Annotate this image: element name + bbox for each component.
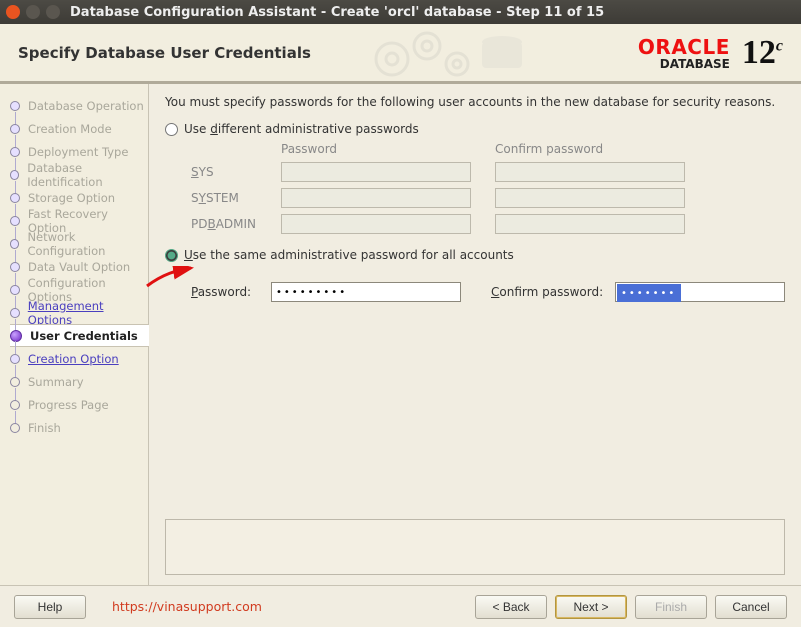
window-title: Database Configuration Assistant - Creat… [70,5,604,20]
step-dot-icon [10,147,20,157]
step-dot-icon [10,101,20,111]
step-dot-icon [10,193,20,203]
system-password-input [281,188,471,208]
pdbadmin-password-input [281,214,471,234]
step-label: Summary [28,375,84,389]
window-close-button[interactable] [6,5,20,19]
row-pdbadmin-label: PDBADMIN [191,217,281,231]
back-button[interactable]: < Back [475,595,547,619]
brand-oracle: ORACLE [638,35,730,59]
step-label: Creation Mode [28,122,112,136]
row-system-label: SYSTEM [191,191,281,205]
same-confirm-label: Confirm password: [491,285,615,299]
wizard-footer: Help https://vinasupport.com < Back Next… [0,585,801,627]
cancel-button[interactable]: Cancel [715,595,787,619]
sys-password-input [281,162,471,182]
same-password-input[interactable] [271,282,461,302]
step-dot-icon [10,400,20,410]
step-database-identification: Database Identification [10,163,148,186]
step-dot-icon [10,330,22,342]
step-label: Database Operation [28,99,144,113]
step-dot-icon [10,239,19,249]
step-management-options[interactable]: Management Options [10,301,148,324]
step-label: Finish [28,421,61,435]
window-minimize-button[interactable] [26,5,40,19]
step-label: Storage Option [28,191,115,205]
radio-different-passwords-label: Use different administrative passwords [184,122,419,136]
step-dot-icon [10,124,20,134]
radio-same-password[interactable] [165,249,178,262]
step-label: User Credentials [30,329,138,343]
radio-same-password-label: Use the same administrative password for… [184,248,514,262]
row-sys-label: SYS [191,165,281,179]
help-button[interactable]: Help [14,595,86,619]
support-link[interactable]: https://vinasupport.com [112,599,262,614]
step-dot-icon [10,262,20,272]
same-confirm-input[interactable] [615,282,785,302]
step-dot-icon [10,216,20,226]
same-password-label: Password: [191,285,271,299]
step-dot-icon [10,170,19,180]
step-creation-mode: Creation Mode [10,117,148,140]
step-label: Management Options [28,299,148,327]
system-confirm-input [495,188,685,208]
main-panel: You must specify passwords for the follo… [149,84,801,585]
step-label: Progress Page [28,398,109,412]
step-creation-option[interactable]: Creation Option [10,347,148,370]
col-confirm-header: Confirm password [495,142,685,156]
oracle-brand: ORACLE DATABASE 12c [638,34,783,72]
step-label: Data Vault Option [28,260,130,274]
step-user-credentials[interactable]: User Credentials [10,324,149,347]
annotation-arrow [145,266,195,290]
step-label: Network Configuration [27,230,148,258]
step-progress-page: Progress Page [10,393,148,416]
window-titlebar: Database Configuration Assistant - Creat… [0,0,801,24]
brand-database: DATABASE [640,57,730,71]
window-maximize-button[interactable] [46,5,60,19]
step-summary: Summary [10,370,148,393]
radio-different-passwords[interactable] [165,123,178,136]
gears-decoration [367,24,537,87]
different-passwords-grid: Password Confirm password SYS SYSTEM PDB… [191,142,785,234]
instruction-text: You must specify passwords for the follo… [165,94,785,110]
step-dot-icon [10,285,20,295]
step-database-operation: Database Operation [10,94,148,117]
step-dot-icon [10,377,20,387]
brand-version: 12c [742,34,783,72]
step-label: Database Identification [27,161,148,189]
step-dot-icon [10,354,20,364]
pdbadmin-confirm-input [495,214,685,234]
step-dot-icon [10,423,20,433]
step-network-configuration: Network Configuration [10,232,148,255]
step-dot-icon [10,308,20,318]
step-label: Creation Option [28,352,119,366]
step-label: Deployment Type [28,145,128,159]
message-area [165,519,785,575]
finish-button[interactable]: Finish [635,595,707,619]
sys-confirm-input [495,162,685,182]
step-finish: Finish [10,416,148,439]
page-header: Specify Database User Credentials ORACLE… [0,24,801,84]
next-button[interactable]: Next > [555,595,627,619]
page-title: Specify Database User Credentials [18,44,311,62]
wizard-steps-sidebar: Database Operation Creation Mode Deploymen… [0,84,149,585]
col-password-header: Password [281,142,471,156]
